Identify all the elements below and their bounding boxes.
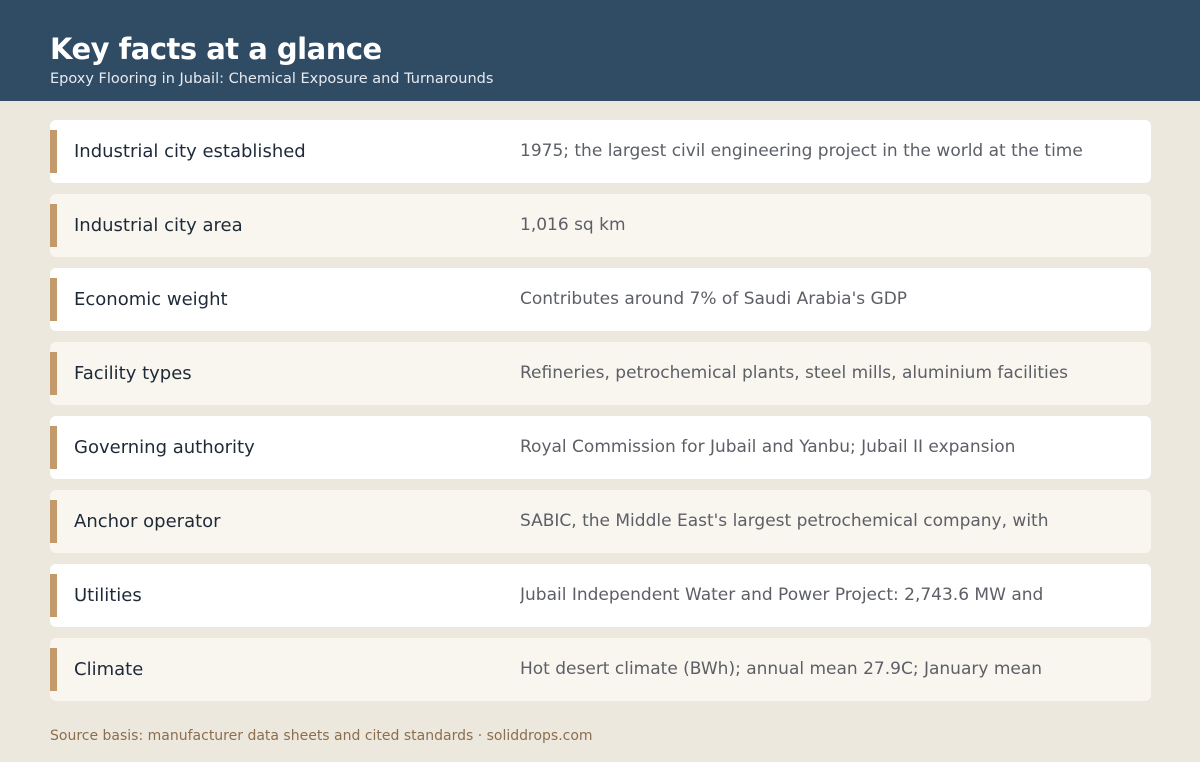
fact-label: Climate <box>74 659 144 680</box>
row-accent-bar <box>50 574 57 617</box>
fact-row-economic-weight: Economic weight Contributes around 7% of… <box>50 268 1151 331</box>
fact-value: Hot desert climate (BWh); annual mean 27… <box>520 659 1043 679</box>
source-footer: Source basis: manufacturer data sheets a… <box>50 728 593 744</box>
fact-row-anchor-operator: Anchor operator SABIC, the Middle East's… <box>50 490 1151 553</box>
fact-row-utilities: Utilities Jubail Independent Water and P… <box>50 564 1151 627</box>
row-accent-bar <box>50 130 57 173</box>
fact-label: Governing authority <box>74 437 255 458</box>
fact-label: Utilities <box>74 585 142 606</box>
fact-label: Industrial city area <box>74 215 243 236</box>
fact-value: Royal Commission for Jubail and Yanbu; J… <box>520 437 1016 457</box>
fact-label: Facility types <box>74 363 192 384</box>
fact-label: Industrial city established <box>74 141 306 162</box>
fact-label: Economic weight <box>74 289 228 310</box>
fact-value: 1,016 sq km <box>520 215 626 235</box>
facts-list: Industrial city established 1975; the la… <box>50 120 1151 712</box>
fact-value: Contributes around 7% of Saudi Arabia's … <box>520 289 908 309</box>
fact-row-facility-types: Facility types Refineries, petrochemical… <box>50 342 1151 405</box>
row-accent-bar <box>50 278 57 321</box>
fact-row-governing-authority: Governing authority Royal Commission for… <box>50 416 1151 479</box>
fact-row-area: Industrial city area 1,016 sq km <box>50 194 1151 257</box>
row-accent-bar <box>50 648 57 691</box>
row-accent-bar <box>50 426 57 469</box>
row-accent-bar <box>50 204 57 247</box>
header-bar: Key facts at a glance Epoxy Flooring in … <box>0 0 1200 101</box>
row-accent-bar <box>50 352 57 395</box>
fact-value: SABIC, the Middle East's largest petroch… <box>520 511 1049 531</box>
page-subtitle: Epoxy Flooring in Jubail: Chemical Expos… <box>50 71 494 87</box>
row-accent-bar <box>50 500 57 543</box>
fact-value: Refineries, petrochemical plants, steel … <box>520 363 1069 383</box>
fact-label: Anchor operator <box>74 511 221 532</box>
fact-row-climate: Climate Hot desert climate (BWh); annual… <box>50 638 1151 701</box>
fact-value: Jubail Independent Water and Power Proje… <box>520 585 1044 605</box>
fact-row-established: Industrial city established 1975; the la… <box>50 120 1151 183</box>
page-title: Key facts at a glance <box>50 32 382 66</box>
fact-value: 1975; the largest civil engineering proj… <box>520 141 1083 161</box>
